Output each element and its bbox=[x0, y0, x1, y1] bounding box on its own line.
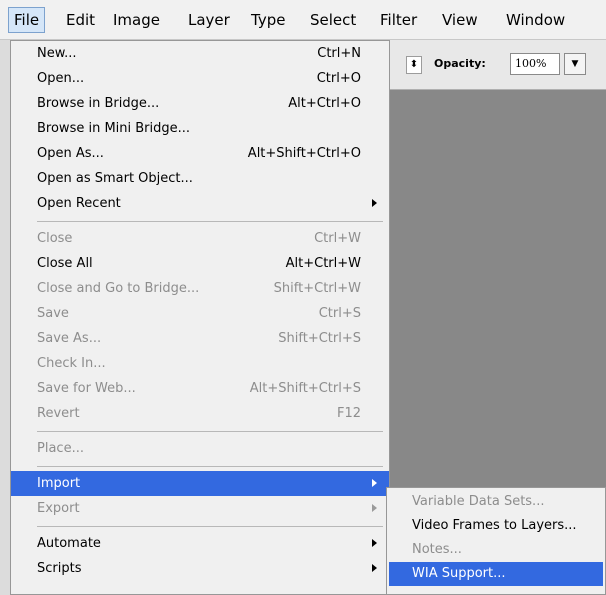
menu-item-shortcut: Ctrl+S bbox=[318, 306, 361, 321]
menu-item-label: Revert bbox=[37, 406, 80, 421]
menu-item-import[interactable]: Import bbox=[11, 471, 389, 496]
menu-item-open[interactable]: Open... Ctrl+O bbox=[11, 66, 389, 91]
menu-item-label: Check In... bbox=[37, 356, 106, 371]
menu-item-place[interactable]: Place... bbox=[11, 436, 389, 461]
menu-item-label: Save As... bbox=[37, 331, 102, 346]
menu-bar: File Edit Image Layer Type Select Filter View Wi… bbox=[0, 0, 606, 40]
import-submenu: Variable Data Sets... Video Frames to Lay… bbox=[386, 487, 606, 595]
menu-item-save-for-web[interactable]: Save for Web... Alt+Shift+Ctrl+S bbox=[11, 376, 389, 401]
toolbox-edge bbox=[0, 40, 10, 595]
menubar-item-filter[interactable]: Filter bbox=[380, 8, 417, 32]
menu-item-label: Close and Go to Bridge... bbox=[37, 281, 200, 296]
submenu-arrow-icon bbox=[372, 539, 377, 547]
submenu-item-video-frames-to-layers[interactable]: Video Frames to Layers... bbox=[389, 514, 603, 538]
menu-item-open-recent[interactable]: Open Recent bbox=[11, 191, 389, 216]
menubar-item-select[interactable]: Select bbox=[310, 8, 356, 32]
menu-item-scripts[interactable]: Scripts bbox=[11, 556, 389, 581]
menu-item-label: Browse in Mini Bridge... bbox=[37, 121, 191, 136]
menu-item-shortcut: Shift+Ctrl+W bbox=[273, 281, 361, 296]
submenu-item-variable-data-sets[interactable]: Variable Data Sets... bbox=[389, 490, 603, 514]
menu-item-check-in[interactable]: Check In... bbox=[11, 351, 389, 376]
menu-item-label: Close All bbox=[37, 256, 93, 271]
menu-item-browse-in-mini-bridge[interactable]: Browse in Mini Bridge... bbox=[11, 116, 389, 141]
menu-item-label: Import bbox=[37, 476, 81, 491]
menubar-item-file[interactable]: File bbox=[8, 7, 46, 33]
submenu-arrow-icon bbox=[372, 199, 377, 207]
menu-item-label: Automate bbox=[37, 536, 101, 551]
menu-item-label: Place... bbox=[37, 441, 84, 456]
menu-item-shortcut: Alt+Ctrl+O bbox=[288, 96, 361, 111]
menu-item-label: New... bbox=[37, 46, 77, 61]
submenu-item-notes[interactable]: Notes... bbox=[389, 538, 603, 562]
menu-separator bbox=[11, 426, 389, 436]
menu-item-shortcut: F12 bbox=[336, 406, 361, 421]
menu-item-shortcut: Alt+Ctrl+W bbox=[285, 256, 361, 271]
menu-item-shortcut: Ctrl+W bbox=[314, 231, 361, 246]
menu-item-open-as[interactable]: Open As... Alt+Shift+Ctrl+O bbox=[11, 141, 389, 166]
menu-item-shortcut: Ctrl+O bbox=[316, 71, 361, 86]
submenu-arrow-icon bbox=[372, 479, 377, 487]
menu-item-open-as-smart-object[interactable]: Open as Smart Object... bbox=[11, 166, 389, 191]
options-bar: ⬍ Opacity: 100% ▼ bbox=[382, 40, 606, 90]
menubar-item-edit[interactable]: Edit bbox=[66, 8, 95, 32]
chevron-down-icon[interactable]: ▼ bbox=[564, 53, 586, 75]
submenu-item-wia-support[interactable]: WIA Support... bbox=[389, 562, 603, 586]
menu-item-shortcut: Alt+Shift+Ctrl+O bbox=[247, 146, 361, 161]
menu-item-label: Open As... bbox=[37, 146, 104, 161]
opacity-input[interactable]: 100% bbox=[510, 53, 560, 75]
menu-item-revert[interactable]: Revert F12 bbox=[11, 401, 389, 426]
menu-item-close-all[interactable]: Close All Alt+Ctrl+W bbox=[11, 251, 389, 276]
menu-item-save-as[interactable]: Save As... Shift+Ctrl+S bbox=[11, 326, 389, 351]
spinner-icon[interactable]: ⬍ bbox=[406, 56, 422, 74]
menubar-item-image[interactable]: Image bbox=[113, 8, 160, 32]
menu-item-shortcut: Shift+Ctrl+S bbox=[278, 331, 361, 346]
menu-item-label: Open as Smart Object... bbox=[37, 171, 193, 186]
menu-item-browse-in-bridge[interactable]: Browse in Bridge... Alt+Ctrl+O bbox=[11, 91, 389, 116]
menu-item-label: Close bbox=[37, 231, 73, 246]
file-menu: New... Ctrl+N Open... Ctrl+O Browse in Bridg… bbox=[10, 40, 390, 595]
menu-item-label: Save bbox=[37, 306, 69, 321]
menubar-item-layer[interactable]: Layer bbox=[188, 8, 230, 32]
menu-item-label: Open Recent bbox=[37, 196, 121, 211]
menu-separator bbox=[11, 521, 389, 531]
opacity-label: Opacity: bbox=[434, 57, 486, 70]
menu-item-shortcut: Alt+Shift+Ctrl+S bbox=[249, 381, 361, 396]
menubar-item-view[interactable]: View bbox=[442, 8, 478, 32]
menu-item-new[interactable]: New... Ctrl+N bbox=[11, 41, 389, 66]
menu-item-export[interactable]: Export bbox=[11, 496, 389, 521]
menu-item-label: Scripts bbox=[37, 561, 82, 576]
menu-item-save[interactable]: Save Ctrl+S bbox=[11, 301, 389, 326]
menu-item-close-and-go-to-bridge[interactable]: Close and Go to Bridge... Shift+Ctrl+W bbox=[11, 276, 389, 301]
menu-item-label: Open... bbox=[37, 71, 85, 86]
menu-item-shortcut: Ctrl+N bbox=[317, 46, 361, 61]
menu-separator bbox=[11, 461, 389, 471]
submenu-arrow-icon bbox=[372, 504, 377, 512]
menu-separator bbox=[11, 216, 389, 226]
menubar-item-window[interactable]: Window bbox=[506, 8, 565, 32]
menubar-item-type[interactable]: Type bbox=[251, 8, 285, 32]
menu-item-label: Export bbox=[37, 501, 80, 516]
menu-item-label: Browse in Bridge... bbox=[37, 96, 160, 111]
menu-item-close[interactable]: Close Ctrl+W bbox=[11, 226, 389, 251]
submenu-arrow-icon bbox=[372, 564, 377, 572]
menu-item-automate[interactable]: Automate bbox=[11, 531, 389, 556]
menu-item-label: Save for Web... bbox=[37, 381, 136, 396]
